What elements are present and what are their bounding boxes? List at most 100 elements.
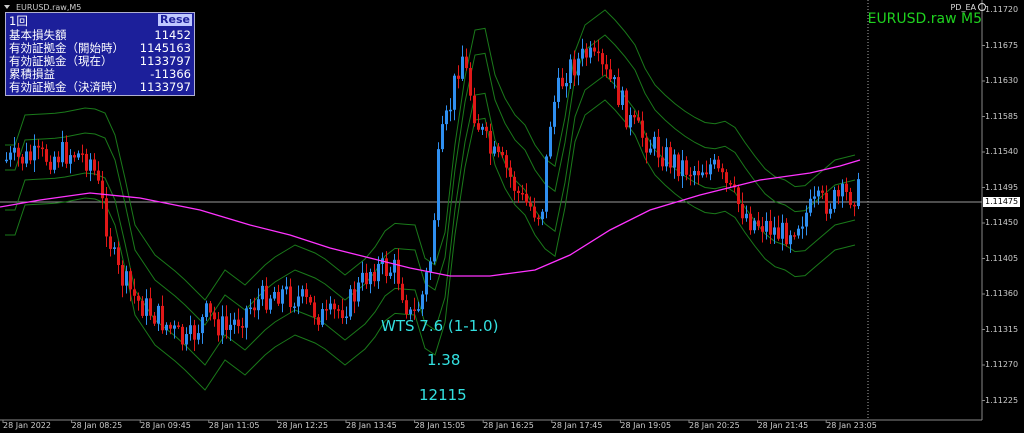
candle-body (293, 306, 296, 308)
candle-body (761, 226, 764, 232)
candle-body (97, 170, 100, 181)
candle-body (397, 259, 400, 284)
candle-body (49, 161, 52, 170)
reset-button[interactable]: Rese (158, 14, 192, 26)
candle-body (821, 190, 824, 193)
candle-body (177, 325, 180, 327)
candle-body (313, 302, 316, 318)
overlay-stat-ratio: 1.38 (427, 351, 461, 369)
candle-body (421, 294, 424, 310)
candle-body (573, 59, 576, 76)
candle-body (509, 167, 512, 177)
candle-body (209, 303, 212, 313)
candle-body (93, 159, 96, 171)
candle-body (369, 271, 372, 285)
price-tick-label: 1.11540 (985, 147, 1019, 156)
candle-body (409, 309, 412, 315)
candle-body (481, 126, 484, 130)
candle-body (829, 208, 832, 214)
info-row: 有効証拠金（開始時） 1145163 (9, 41, 191, 55)
candle-body (385, 258, 388, 277)
candle-body (353, 289, 356, 302)
candle-body (341, 310, 344, 319)
candle-body (637, 117, 640, 121)
candle-body (713, 159, 716, 165)
candle-body (689, 174, 692, 177)
candle-body (57, 156, 60, 163)
price-tick-label: 1.11630 (985, 76, 1019, 85)
candle-body (497, 146, 500, 153)
candle-body (569, 59, 572, 84)
candle-body (685, 160, 688, 175)
price-tick-label: 1.11720 (985, 5, 1019, 14)
candle-body (625, 90, 628, 128)
time-tick-label: 28 Jan 23:05 (826, 421, 877, 430)
candle-body (757, 220, 760, 227)
candle-body (181, 326, 184, 345)
candle-body (697, 170, 700, 176)
candle-body (345, 316, 348, 319)
candle-body (789, 235, 792, 245)
candle-body (825, 192, 828, 214)
candle-body (405, 300, 408, 315)
candle-body (61, 142, 64, 163)
candle-body (17, 147, 20, 157)
candle-body (501, 152, 504, 156)
candle-body (705, 172, 708, 175)
price-tick-label: 1.11225 (985, 395, 1019, 405)
candle-body (273, 291, 276, 299)
chevron-down-icon[interactable] (4, 5, 10, 9)
info-row: 基本損失額 11452 (9, 28, 191, 42)
candle-body (805, 212, 808, 227)
candle-body (309, 297, 312, 303)
price-tick-label: 1.11585 (985, 111, 1019, 121)
info-row-label: 有効証拠金（開始時） (9, 41, 124, 55)
candle-body (297, 296, 300, 307)
candle-body (725, 172, 728, 184)
candle-body (597, 51, 600, 54)
candle-body (89, 159, 92, 171)
candle-body (189, 325, 192, 335)
info-row-value: 1145163 (139, 41, 191, 55)
candle-body (777, 227, 780, 239)
candle-body (45, 149, 48, 162)
candle-body (633, 115, 636, 118)
candle-body (749, 213, 752, 231)
candle-body (105, 198, 108, 237)
price-tick-label: 1.11405 (985, 253, 1019, 263)
candle-body (433, 220, 436, 262)
candle-body (769, 220, 772, 235)
candle-body (265, 285, 268, 310)
candle-body (269, 298, 272, 310)
time-tick-label: 28 Jan 13:45 (346, 421, 397, 430)
candle-body (765, 220, 768, 232)
candle-body (413, 309, 416, 311)
time-tick-label: 28 Jan 08:25 (71, 421, 123, 430)
candle-body (857, 179, 860, 207)
candle-body (25, 151, 28, 164)
candle-body (401, 283, 404, 301)
candle-body (125, 271, 128, 286)
candle-body (165, 324, 168, 331)
candle-body (681, 160, 684, 177)
candle-body (289, 286, 292, 308)
candle-body (113, 247, 116, 249)
candle-body (349, 289, 352, 317)
candle-body (201, 317, 204, 334)
candle-body (845, 183, 848, 192)
candle-body (441, 124, 444, 150)
candle-body (281, 289, 284, 304)
candle-body (841, 183, 844, 197)
candle-body (665, 147, 668, 167)
candle-body (257, 299, 260, 311)
candle-body (233, 319, 236, 325)
time-tick-label: 28 Jan 2022 (3, 421, 51, 430)
current-price-label: 1.11475 (983, 197, 1021, 207)
price-tick-label: 1.11450 (985, 218, 1019, 227)
candle-body (101, 180, 104, 199)
candle-body (389, 272, 392, 277)
candle-body (69, 155, 72, 164)
ea-info-panel: 1回 Rese 基本損失額 11452 有効証拠金（開始時） 1145163 有… (5, 12, 195, 96)
price-tick-label: 1.11315 (985, 324, 1019, 334)
candle-body (521, 193, 524, 195)
